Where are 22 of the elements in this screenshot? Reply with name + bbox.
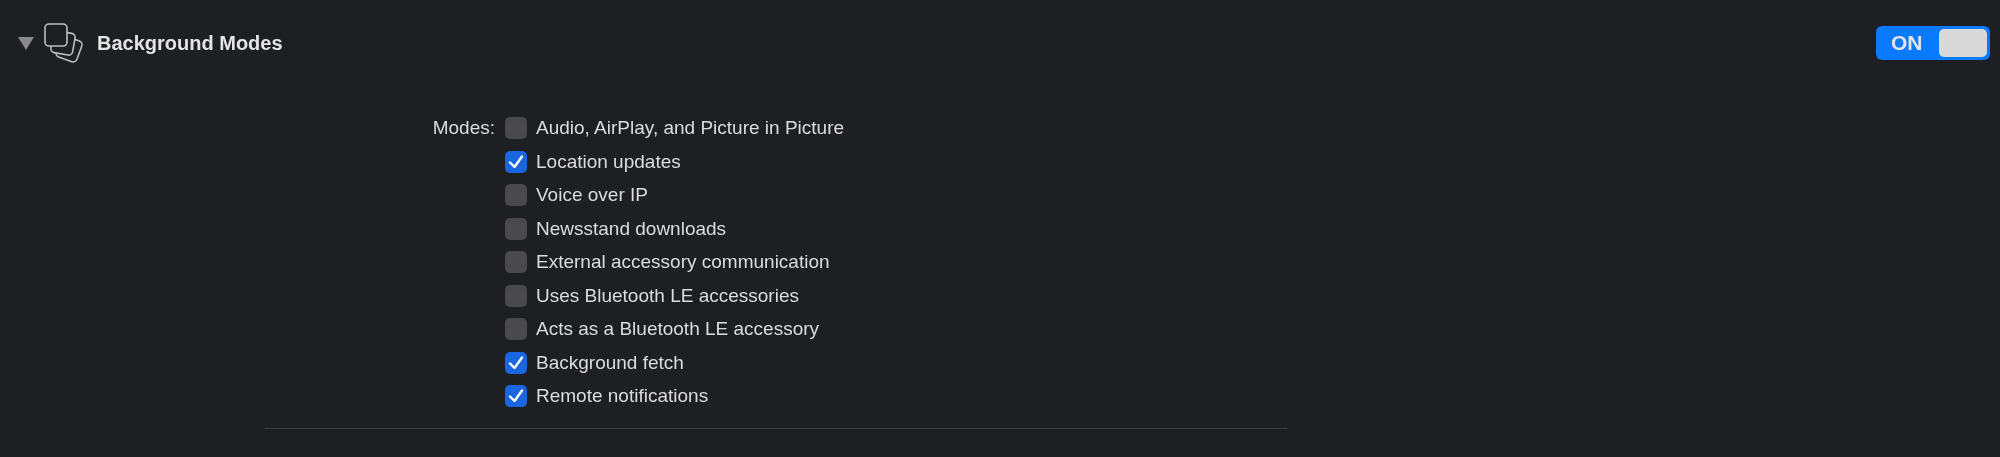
on-off-switch[interactable]: ON (1876, 26, 1990, 60)
option-label: Newsstand downloads (536, 217, 727, 240)
option-label: Voice over IP (536, 184, 648, 206)
option-label: Uses Bluetooth LE accessories (536, 284, 799, 307)
option-label: Remote notifications (536, 385, 709, 407)
option-label: External accessory communication (536, 251, 830, 273)
checkbox[interactable] (505, 150, 527, 173)
checkbox[interactable] (505, 184, 527, 206)
disclosure-triangle-icon[interactable] (18, 36, 34, 50)
checkbox[interactable] (505, 284, 527, 307)
option-label: Location updates (536, 150, 681, 173)
checkbox[interactable] (505, 318, 527, 340)
option-label: Acts as a Bluetooth LE accessory (536, 318, 820, 340)
checkbox[interactable] (505, 251, 527, 273)
checkbox[interactable] (505, 117, 527, 139)
option-label: Audio, AirPlay, and Picture in Picture (536, 117, 845, 139)
modes-label: Modes: (431, 116, 496, 140)
option-label: Background fetch (536, 351, 684, 374)
checkbox[interactable] (505, 385, 527, 407)
checkbox[interactable] (505, 351, 527, 374)
section-title: Background Modes (97, 31, 283, 55)
checkbox[interactable] (505, 217, 527, 240)
